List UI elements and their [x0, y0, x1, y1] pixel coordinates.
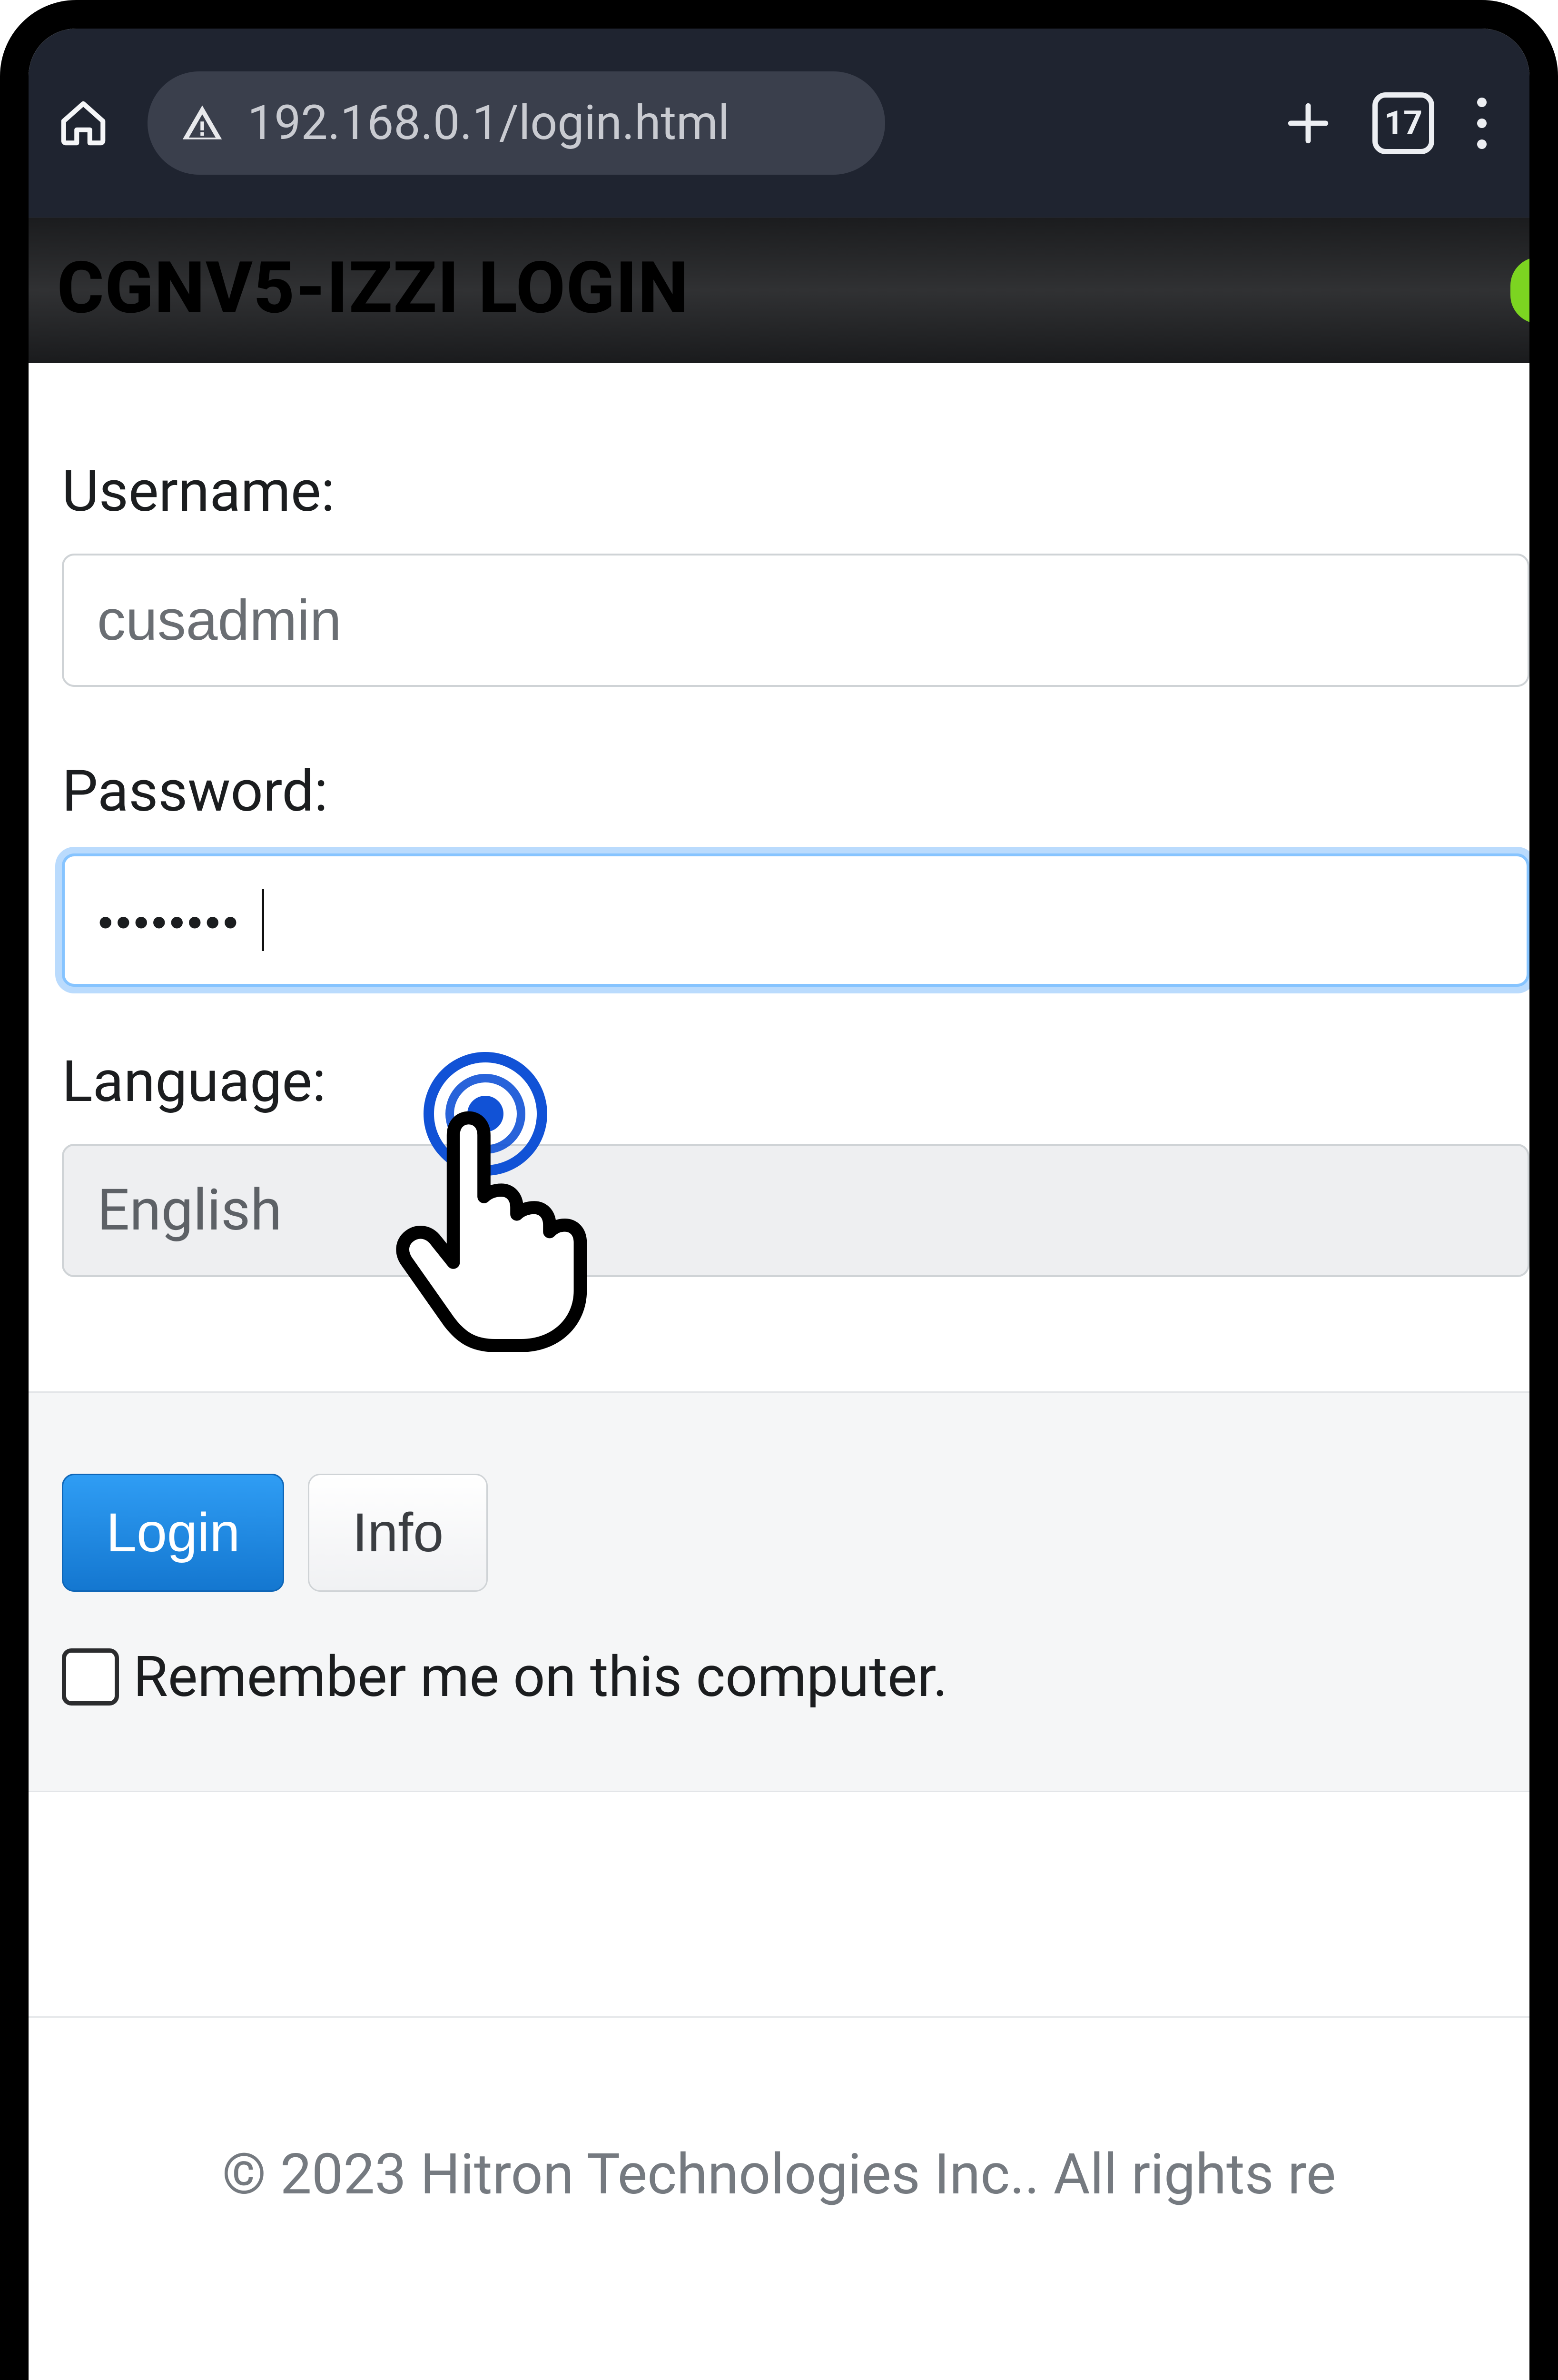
copyright-text: © 2023 Hitron Technologies Inc.. All rig… — [222, 2142, 1336, 2207]
new-tab-icon[interactable] — [1282, 97, 1334, 149]
password-input[interactable] — [62, 853, 1529, 987]
content-spacer — [29, 1792, 1529, 2016]
page-title: CGNV5-IZZI LOGIN — [57, 246, 1501, 330]
language-select[interactable]: English — [62, 1144, 1529, 1277]
screen: 192.168.0.1/login.html 17 CGNV5-IZZI LOG… — [29, 29, 1529, 2380]
username-label: Username: — [62, 458, 1529, 525]
device-frame: 192.168.0.1/login.html 17 CGNV5-IZZI LOG… — [0, 0, 1558, 2380]
browser-chrome: 192.168.0.1/login.html 17 — [29, 29, 1529, 218]
tabs-button[interactable]: 17 — [1372, 92, 1434, 154]
remember-row: Remember me on this computer. — [62, 1644, 1529, 1710]
language-value: English — [97, 1177, 282, 1244]
address-bar[interactable]: 192.168.0.1/login.html — [148, 71, 885, 175]
header-accent — [1510, 257, 1529, 324]
footer: © 2023 Hitron Technologies Inc.. All rig… — [29, 2018, 1529, 2207]
info-button[interactable]: Info — [308, 1474, 488, 1592]
remember-checkbox[interactable] — [62, 1648, 119, 1706]
page-header-band: CGNV5-IZZI LOGIN — [29, 218, 1529, 363]
insecure-warning-icon — [181, 102, 224, 145]
remember-label: Remember me on this computer. — [133, 1644, 947, 1710]
language-label: Language: — [62, 1049, 1529, 1115]
url-text: 192.168.0.1/login.html — [247, 95, 730, 151]
tab-count: 17 — [1384, 104, 1422, 143]
text-caret — [262, 889, 264, 951]
login-button[interactable]: Login — [62, 1474, 284, 1592]
home-icon[interactable] — [57, 97, 109, 149]
actions-band: Login Info Remember me on this computer. — [29, 1391, 1529, 1792]
username-input[interactable] — [62, 554, 1529, 687]
password-label: Password: — [62, 758, 1529, 825]
button-row: Login Info — [62, 1474, 1529, 1592]
login-form: Username: Password: Language: English — [29, 363, 1529, 1391]
overflow-menu-icon[interactable] — [1472, 98, 1491, 149]
